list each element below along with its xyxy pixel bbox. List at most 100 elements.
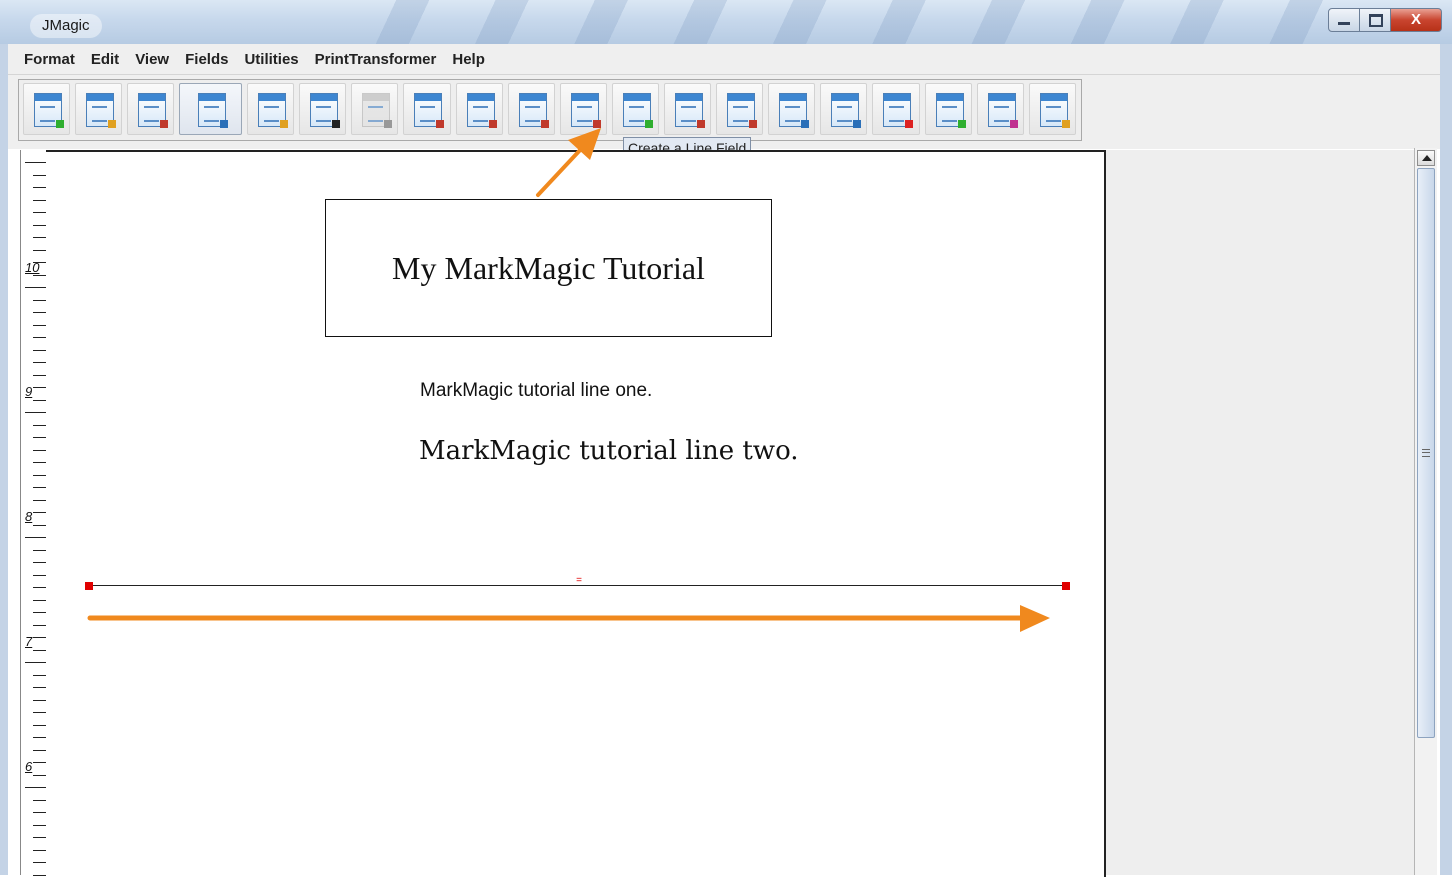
delete-field-button[interactable] [872, 83, 920, 135]
ruler-tick [33, 387, 47, 388]
ruler-tick [33, 824, 47, 826]
ruler-tick [33, 687, 47, 688]
ruler-tick [33, 174, 47, 176]
grid-button[interactable] [820, 83, 868, 135]
select-field-badge [957, 120, 966, 128]
line-field-button[interactable] [559, 83, 607, 135]
vertical-scrollbar[interactable] [1414, 148, 1437, 875]
ruler-label: 9 [25, 384, 33, 399]
multi-line-text-button[interactable] [455, 83, 503, 135]
ruler-tick [33, 762, 47, 763]
vertical-ruler: 10 9 8 7 6 [20, 150, 48, 876]
ruler-tick [33, 399, 47, 401]
ruler-tick [33, 462, 47, 463]
title-bar: JMagic X [0, 0, 1452, 45]
ruler-tick [33, 674, 47, 676]
minimize-button[interactable] [1328, 8, 1360, 32]
save-format-button[interactable] [127, 83, 175, 135]
ruler-tick [25, 537, 47, 538]
ruler-tick [33, 712, 47, 713]
ruler-tick [33, 612, 47, 613]
select-field-button[interactable] [924, 83, 972, 135]
field-list-badge [697, 120, 706, 128]
scroll-up-button[interactable] [1417, 150, 1435, 166]
ruler-tick [33, 837, 47, 838]
redo-button[interactable] [1028, 83, 1076, 135]
ruler-tick [33, 549, 47, 551]
menu-help[interactable]: Help [444, 51, 493, 68]
menu-fields[interactable]: Fields [177, 51, 236, 68]
copy-field-button [351, 83, 399, 135]
open-format-badge [108, 120, 117, 128]
undo-badge [1009, 120, 1018, 128]
ruler-tick [33, 562, 47, 563]
ruler-tick [33, 862, 47, 863]
ruler-tick [25, 162, 47, 163]
menu-edit[interactable]: Edit [83, 51, 127, 68]
ruler-tick [33, 349, 47, 351]
window-controls: X [1328, 8, 1442, 32]
ruler-label: 8 [25, 509, 33, 524]
minimize-icon [1338, 22, 1350, 25]
image-field-button[interactable] [611, 83, 660, 135]
toolbar [18, 79, 1082, 141]
menu-view[interactable]: View [127, 51, 177, 68]
menu-format[interactable]: Format [8, 51, 83, 68]
ruler-tick [25, 287, 47, 288]
ruler-tick [33, 849, 47, 851]
delete-field-badge [905, 120, 914, 128]
field-list-button[interactable] [664, 83, 712, 135]
ruler-tick [33, 249, 47, 251]
new-format-badge [56, 120, 64, 128]
box-field-button[interactable] [507, 83, 555, 135]
ruler-tick [33, 699, 47, 701]
ruler-tick [33, 587, 47, 588]
scroll-thumb[interactable] [1417, 168, 1435, 738]
text-field-line-two[interactable]: MarkMagic tutorial line two. [419, 436, 799, 466]
barcode-field-badge [332, 120, 341, 128]
title-box-field[interactable]: My MarkMagic Tutorial [325, 199, 772, 337]
ruler-tick [33, 374, 47, 376]
ruler-tick [33, 524, 47, 526]
menu-printtransformer[interactable]: PrintTransformer [307, 51, 445, 68]
redo-badge [1061, 120, 1070, 128]
ruler-tick [33, 649, 47, 651]
multi-line-text-badge [488, 120, 497, 128]
menu-bar: Format Edit View Fields Utilities PrintT… [8, 44, 1440, 75]
new-format-button[interactable] [23, 83, 71, 135]
print-button[interactable] [179, 83, 243, 135]
print-badge [220, 120, 229, 128]
ruler-tick [33, 187, 47, 188]
ruler-tick [33, 324, 47, 326]
close-icon: X [1410, 11, 1421, 28]
ruler-tick [25, 412, 47, 413]
ruler-tick [33, 749, 47, 751]
line-field-end-handle[interactable] [1062, 582, 1070, 590]
undo-button[interactable] [976, 83, 1024, 135]
ruler-tick [33, 312, 47, 313]
text-field-line-one[interactable]: MarkMagic tutorial line one. [420, 380, 652, 402]
close-button[interactable]: X [1391, 8, 1442, 32]
field-properties-badge [749, 120, 758, 128]
grid-badge [853, 120, 862, 128]
ruler-tick [33, 487, 47, 488]
text-field-button[interactable] [403, 83, 451, 135]
open-format-button[interactable] [75, 83, 123, 135]
window-left-border [0, 44, 8, 875]
line-field-mid-handle[interactable]: = [574, 576, 584, 588]
data-source-badge [280, 120, 289, 128]
ruler-tick [33, 624, 47, 626]
field-properties-button[interactable] [716, 83, 764, 135]
ruler-tick [33, 212, 47, 213]
box-field-badge [540, 120, 549, 128]
menu-utilities[interactable]: Utilities [236, 51, 306, 68]
data-source-button[interactable] [247, 83, 295, 135]
ruler-tick [33, 337, 47, 338]
maximize-button[interactable] [1360, 8, 1391, 32]
line-field-start-handle[interactable] [85, 582, 93, 590]
barcode-field-button[interactable] [299, 83, 347, 135]
text-field-badge [436, 120, 445, 128]
ruler-label: 7 [25, 634, 33, 649]
field-order-button[interactable] [768, 83, 816, 135]
copy-field-badge [384, 120, 393, 128]
